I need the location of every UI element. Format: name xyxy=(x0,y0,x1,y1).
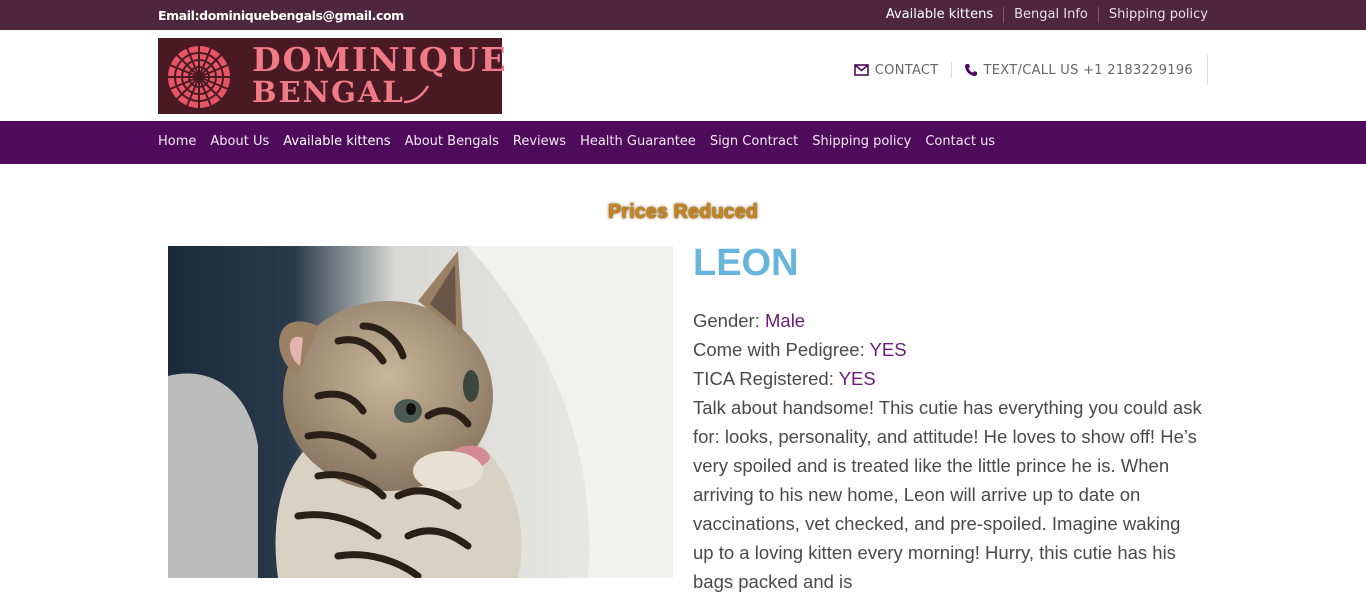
top-links: Available kittens Bengal Info Shipping p… xyxy=(886,7,1208,23)
call-label: TEXT/CALL US +1 2183229196 xyxy=(983,62,1193,78)
top-link-bengal-info[interactable]: Bengal Info xyxy=(1003,7,1098,23)
nav-item-about-us[interactable]: About Us xyxy=(210,134,269,149)
gender-row: Gender: Male xyxy=(693,306,1203,335)
contact-link[interactable]: CONTACT xyxy=(853,62,939,78)
phone-icon xyxy=(964,64,977,76)
envelope-icon xyxy=(853,64,869,76)
logo-line-1: DOMINIQUE xyxy=(252,40,508,79)
tica-value: YES xyxy=(838,368,876,389)
contact-divider xyxy=(950,62,952,78)
contact-email[interactable]: Email:dominiquebengals@gmail.com xyxy=(158,8,404,23)
kitten-description: Talk about handsome! This cutie has ever… xyxy=(693,397,1202,592)
site-logo[interactable]: DOMINIQUE BENGAL xyxy=(158,38,506,114)
top-link-available-kittens[interactable]: Available kittens xyxy=(886,7,1003,23)
gender-label: Gender: xyxy=(693,310,760,331)
pedigree-row: Come with Pedigree: YES xyxy=(693,335,1203,364)
logo-line-2: BENGAL xyxy=(252,75,405,109)
header-contact: CONTACT TEXT/CALL US +1 2183229196 xyxy=(853,55,1208,85)
main-nav: Home About Us Available kittens About Be… xyxy=(0,121,1366,164)
nav-item-shipping-policy[interactable]: Shipping policy xyxy=(812,134,911,149)
logo-swash-icon xyxy=(403,85,430,104)
call-link[interactable]: TEXT/CALL US +1 2183229196 xyxy=(964,63,1193,78)
contact-label: CONTACT xyxy=(874,62,939,78)
nav-item-home[interactable]: Home xyxy=(158,134,196,149)
pedigree-label: Come with Pedigree: xyxy=(693,339,865,360)
nav-item-sign-contract[interactable]: Sign Contract xyxy=(710,134,798,149)
kitten-photo xyxy=(168,246,673,578)
nav-item-about-bengals[interactable]: About Bengals xyxy=(405,134,499,149)
nav-item-available-kittens[interactable]: Available kittens xyxy=(283,134,390,149)
site-header: DOMINIQUE BENGAL CONTACT TEXT/CALL US +1… xyxy=(0,30,1366,121)
kitten-name: LEON xyxy=(693,242,799,284)
logo-mandala-icon xyxy=(168,46,230,108)
prices-reduced-banner: Prices Reduced xyxy=(607,201,759,223)
tica-row: TICA Registered: YES xyxy=(693,364,1203,393)
kitten-details: Gender: Male Come with Pedigree: YES TIC… xyxy=(693,306,1203,596)
nav-item-reviews[interactable]: Reviews xyxy=(513,134,566,149)
top-link-shipping-policy[interactable]: Shipping policy xyxy=(1097,7,1208,23)
gender-value: Male xyxy=(765,310,806,331)
top-bar: Email:dominiquebengals@gmail.com Availab… xyxy=(0,0,1366,30)
pedigree-value: YES xyxy=(869,339,907,360)
nav-item-health-guarantee[interactable]: Health Guarantee xyxy=(580,134,696,149)
nav-item-contact-us[interactable]: Contact us xyxy=(925,134,995,149)
tica-label: TICA Registered: xyxy=(693,368,834,389)
